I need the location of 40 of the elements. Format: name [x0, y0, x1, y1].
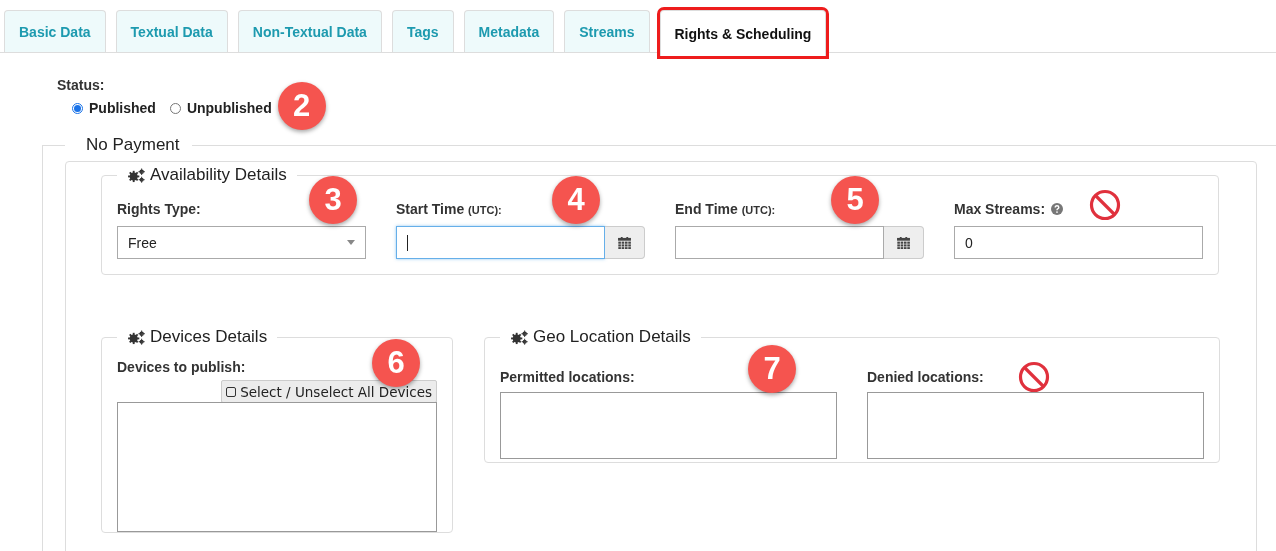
field-label: Devices to publish: — [117, 359, 246, 375]
devices-list-box[interactable] — [117, 402, 437, 532]
locations-list-box[interactable] — [867, 392, 1204, 459]
callout-badge: 4 — [552, 176, 600, 224]
calendar-button[interactable] — [605, 226, 645, 259]
calendar-icon — [618, 236, 631, 249]
status-label: Status: — [57, 77, 106, 93]
group-title: Geo Location Details — [533, 327, 691, 347]
date-input-field[interactable] — [675, 226, 884, 259]
status-radio[interactable]: Published — [72, 100, 156, 116]
callout-badge: 3 — [309, 176, 357, 224]
gears-icon — [127, 329, 146, 345]
callout-badge: 5 — [831, 176, 879, 224]
field-label: Start Time (UTC): — [396, 201, 502, 217]
text-cursor — [407, 234, 408, 251]
status-radio[interactable]: Unpublished — [169, 100, 272, 116]
calendar-button[interactable] — [884, 226, 924, 259]
field-label: Rights Type: — [117, 201, 201, 217]
field-label: Permitted locations: — [500, 369, 635, 385]
help-icon — [1051, 203, 1064, 215]
prohibited-icon — [1017, 361, 1050, 393]
caret-icon — [347, 240, 355, 245]
gears-icon — [510, 329, 529, 345]
callout-badge: 6 — [372, 339, 420, 387]
tab[interactable]: Rights & Scheduling — [659, 10, 827, 56]
calendar-icon — [897, 236, 910, 249]
callout-badge: 2 — [277, 82, 326, 130]
section-legend: No Payment — [65, 135, 192, 155]
field-label: Denied locations: — [867, 369, 984, 385]
group-title: Availability Details — [150, 165, 287, 185]
field-label: Max Streams: — [954, 201, 1046, 217]
number-input-field[interactable]: 0 — [954, 226, 1203, 259]
locations-list-box[interactable] — [500, 392, 837, 459]
prohibited-icon — [1089, 189, 1122, 221]
date-input-field[interactable] — [396, 226, 605, 259]
group-title: Devices Details — [150, 327, 268, 347]
gears-icon — [127, 167, 146, 183]
rights-type-dropdown[interactable]: Free — [117, 226, 366, 259]
callout-badge: 7 — [748, 345, 796, 393]
field-label: End Time (UTC): — [675, 201, 776, 217]
